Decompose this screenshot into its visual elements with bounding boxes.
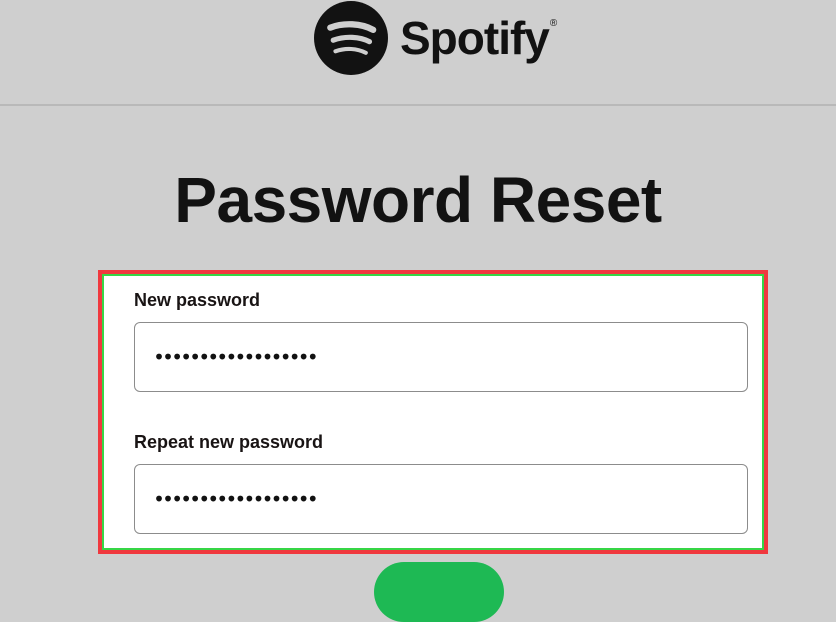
new-password-input[interactable]	[134, 322, 748, 392]
form-highlight-box: New password Repeat new password	[98, 270, 768, 554]
new-password-label: New password	[134, 290, 261, 310]
spotify-logo[interactable]: Spotify®	[314, 0, 557, 76]
submit-button[interactable]	[374, 562, 504, 622]
trademark-mark: ®	[549, 18, 557, 29]
password-form: New password Repeat new password	[102, 274, 764, 550]
brand-name: Spotify®	[400, 12, 557, 64]
header: Spotify®	[0, 0, 836, 106]
repeat-password-input[interactable]	[134, 464, 748, 534]
page-title: Password Reset	[174, 164, 662, 236]
repeat-password-label: Repeat new password	[134, 432, 324, 452]
spotify-logo-icon	[314, 1, 388, 75]
